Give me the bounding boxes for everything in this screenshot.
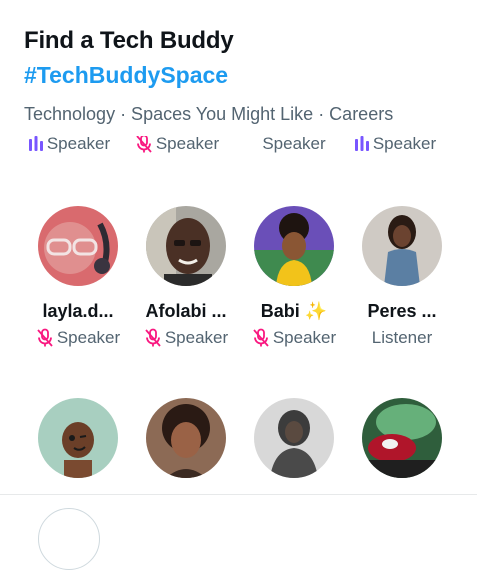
mic-muted-icon <box>37 328 53 347</box>
participant-card[interactable] <box>132 398 240 478</box>
bottom-action-button[interactable] <box>38 508 100 570</box>
space-header: Find a Tech Buddy #TechBuddySpace Techno… <box>24 26 467 126</box>
scrolled-participant-row: Speaker Speaker Speaker Speaker <box>0 136 477 158</box>
avatar[interactable] <box>362 398 442 478</box>
participant-role: Speaker <box>272 328 337 347</box>
mic-muted-icon <box>145 328 161 347</box>
avatar[interactable] <box>146 398 226 478</box>
mic-muted-icon <box>253 328 269 347</box>
space-topics: Technology · Spaces You Might Like · Car… <box>24 104 394 124</box>
participant-role: Speaker <box>164 328 229 347</box>
speaking-bars-icon <box>354 136 369 151</box>
participant-role-cut: Speaker <box>240 136 348 155</box>
avatar[interactable] <box>38 398 118 478</box>
participant-card[interactable]: Afolabi ... Speaker <box>132 206 240 349</box>
space-title: Find a Tech Buddy <box>24 27 234 54</box>
participant-name: Peres ... <box>367 301 437 321</box>
avatar[interactable] <box>254 398 334 478</box>
participant-name-text: Babi <box>260 301 300 321</box>
participant-role-cut: Speaker <box>15 136 123 155</box>
participant-name: layla.d... <box>42 301 114 321</box>
participant-role: Speaker <box>262 136 326 153</box>
participant-card[interactable]: layla.d... Speaker <box>24 206 132 349</box>
participant-role: Speaker <box>155 136 220 153</box>
participant-card[interactable] <box>24 398 132 478</box>
participant-card[interactable]: Peres ... Listener <box>348 206 456 349</box>
participant-role-cut: Speaker <box>123 136 231 155</box>
avatar[interactable] <box>38 206 118 286</box>
participant-card[interactable] <box>348 398 456 478</box>
participant-role: Speaker <box>372 136 437 153</box>
avatar[interactable] <box>146 206 226 286</box>
avatar[interactable] <box>254 206 334 286</box>
sparkles-emoji: ✨ <box>304 301 328 321</box>
participant-role-cut: Speaker <box>341 136 449 155</box>
participant-name: Afolabi ... <box>145 301 227 321</box>
participant-card[interactable] <box>240 398 348 478</box>
space-hashtag[interactable]: #TechBuddySpace <box>24 60 467 90</box>
participant-role: Listener <box>371 328 433 347</box>
speaking-bars-icon <box>28 136 43 151</box>
avatar[interactable] <box>362 206 442 286</box>
participant-name: Babi ✨ <box>240 300 348 322</box>
mic-muted-icon <box>136 136 152 153</box>
participant-card[interactable]: Babi ✨ Speaker <box>240 206 348 349</box>
participant-role: Speaker <box>56 328 121 347</box>
participant-role: Speaker <box>46 136 111 153</box>
